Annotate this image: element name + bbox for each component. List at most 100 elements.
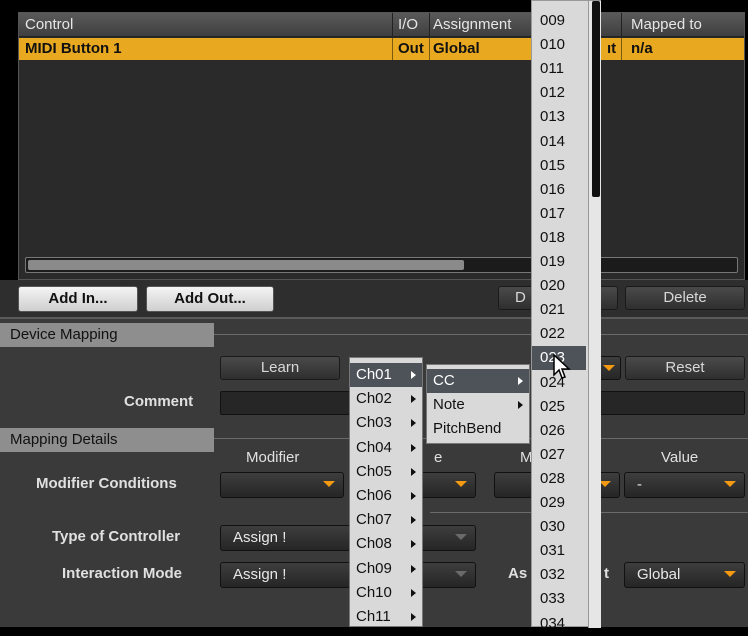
menu-item-channel[interactable]: Ch11 <box>350 605 422 629</box>
number-list-item[interactable]: 017 <box>532 202 586 226</box>
number-list-item[interactable]: 020 <box>532 274 586 298</box>
number-list-item[interactable]: 012 <box>532 81 586 105</box>
menu-item-channel-label: Ch06 <box>356 487 392 504</box>
number-list-item[interactable]: 029 <box>532 491 586 515</box>
number-list-item-label: 018 <box>540 228 566 246</box>
submenu-arrow-icon <box>411 564 416 573</box>
number-list-item-label: 030 <box>540 518 566 536</box>
delete-button[interactable]: Delete <box>625 286 745 310</box>
submenu-arrow-icon <box>411 443 416 452</box>
interaction-mode-value: Assign ! <box>233 566 287 583</box>
menu-item-channel[interactable]: Ch01 <box>350 363 422 387</box>
number-list-item[interactable]: 018 <box>532 226 586 250</box>
modifier-dropdown-1[interactable] <box>220 472 344 498</box>
number-list-item-label: 010 <box>540 36 566 54</box>
number-list-item-label: 020 <box>540 277 566 295</box>
reset-button[interactable]: Reset <box>625 356 745 380</box>
menu-item-pitchbend[interactable]: PitchBend <box>427 417 529 441</box>
learn-button[interactable]: Learn <box>220 356 340 380</box>
table-row[interactable]: MIDI Button 1 Out Global ıt n/a <box>19 38 744 60</box>
menu-item-channel-label: Ch10 <box>356 583 392 601</box>
modifier-header-partial: e <box>434 449 443 466</box>
number-list-item[interactable]: 009 <box>532 9 586 33</box>
number-list-item[interactable]: 025 <box>532 395 586 419</box>
device-mapping-title: Device Mapping <box>10 326 118 343</box>
number-list-item[interactable]: 026 <box>532 419 586 443</box>
value-dropdown[interactable]: - <box>624 472 745 498</box>
value-header: Value <box>661 449 699 466</box>
menu-item-channel-label: Ch11 <box>356 608 391 625</box>
horizontal-scrollbar[interactable] <box>25 257 738 273</box>
value-dropdown-text: - <box>637 476 642 493</box>
number-list-item[interactable]: 027 <box>532 443 586 467</box>
number-list-item-label: 011 <box>540 60 564 78</box>
column-header-control[interactable]: Control <box>25 16 73 33</box>
add-out-button[interactable]: Add Out... <box>146 286 274 312</box>
number-list-item[interactable]: 034 <box>532 612 586 636</box>
number-list-item-label: 019 <box>540 253 566 270</box>
number-list-item-label: 026 <box>540 421 566 439</box>
number-list-item[interactable]: 033 <box>532 587 586 611</box>
number-list-item-label: 014 <box>540 132 566 150</box>
menu-item-channel[interactable]: Ch05 <box>350 460 422 484</box>
row-mapped-to: n/a <box>631 40 653 57</box>
number-list-item[interactable]: 031 <box>532 539 586 563</box>
comment-input-right[interactable] <box>600 391 745 415</box>
number-list-item[interactable]: 016 <box>532 178 586 202</box>
number-list-item[interactable]: 010 <box>532 33 586 57</box>
submenu-arrow-icon <box>411 419 416 428</box>
row-io: Out <box>398 40 424 57</box>
menu-item-channel[interactable]: Ch06 <box>350 484 422 508</box>
menu-item-channel[interactable]: Ch10 <box>350 581 422 605</box>
row-assignment: Global <box>433 40 480 57</box>
column-header-assignment[interactable]: Assignment <box>433 16 511 33</box>
menu-item-channel[interactable]: Ch09 <box>350 557 422 581</box>
number-list-item[interactable]: 032 <box>532 563 586 587</box>
submenu-arrow-icon <box>411 516 416 525</box>
duplicate-button-label: D <box>515 289 526 306</box>
column-header-io[interactable]: I/O <box>398 16 418 33</box>
number-list-item[interactable]: 011 <box>532 57 586 81</box>
menu-item-channel[interactable]: Ch04 <box>350 436 422 460</box>
menu-item-cc-label: CC <box>433 372 455 389</box>
number-list-item-label: 022 <box>540 325 566 343</box>
number-list-item[interactable]: 013 <box>532 105 586 129</box>
submenu-arrow-icon <box>518 377 523 385</box>
number-list-item[interactable]: 015 <box>532 154 586 178</box>
scrollbar-thumb[interactable] <box>28 260 464 270</box>
number-list-item[interactable]: 014 <box>532 130 586 154</box>
comment-input[interactable] <box>220 391 350 415</box>
number-list-item-label: 016 <box>540 180 566 198</box>
number-list-item[interactable]: 022 <box>532 322 586 346</box>
chevron-down-icon <box>603 365 615 371</box>
column-header-mapped-to[interactable]: Mapped to <box>631 16 702 33</box>
modifier-value-dropdown-1[interactable] <box>420 472 476 498</box>
menu-item-channel[interactable]: Ch03 <box>350 411 422 435</box>
chevron-down-icon <box>455 571 467 577</box>
row-control: MIDI Button 1 <box>25 40 122 57</box>
menu-item-channel[interactable]: Ch07 <box>350 508 422 532</box>
menu-item-cc[interactable]: CC <box>427 369 529 393</box>
scrollbar-thumb[interactable] <box>592 1 600 197</box>
chevron-down-icon <box>455 481 467 487</box>
submenu-arrow-icon <box>411 371 416 379</box>
assignment-dropdown[interactable]: Global <box>624 562 745 588</box>
number-list-scrollbar[interactable] <box>588 1 601 628</box>
number-list-item[interactable]: 030 <box>532 515 586 539</box>
interaction-mode-dropdown[interactable]: Assign ! <box>220 562 476 588</box>
add-in-button[interactable]: Add In... <box>18 286 138 312</box>
number-list-item[interactable]: 028 <box>532 467 586 491</box>
modifier-conditions-label: Modifier Conditions <box>36 475 177 492</box>
number-list-item[interactable]: 021 <box>532 298 586 322</box>
menu-item-channel[interactable]: Ch08 <box>350 532 422 556</box>
number-list-item-label: 032 <box>540 566 566 584</box>
type-of-controller-dropdown[interactable]: Assign ! <box>220 525 476 551</box>
menu-item-pitchbend-label: PitchBend <box>433 420 502 437</box>
number-list-menu: 009 010 011 012 013 014 015 016 017 018 019 020 021 0… <box>531 0 601 632</box>
menu-item-note[interactable]: Note <box>427 393 529 417</box>
number-list-item[interactable]: 019 <box>532 250 586 274</box>
menu-item-channel[interactable]: Ch02 <box>350 387 422 411</box>
chevron-down-icon <box>724 481 736 487</box>
menu-item-channel-label: Ch01 <box>356 366 392 383</box>
number-list-item-label: 025 <box>540 397 566 415</box>
